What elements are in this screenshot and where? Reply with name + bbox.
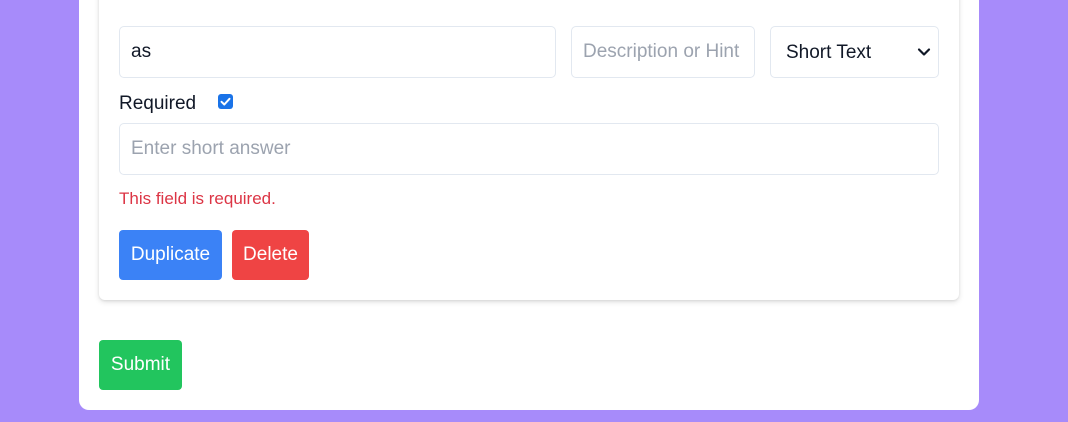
duplicate-button[interactable]: Duplicate: [119, 230, 222, 280]
description-hint-input[interactable]: [571, 26, 755, 78]
submit-button[interactable]: Submit: [99, 340, 182, 390]
required-error-message: This field is required.: [119, 189, 276, 208]
question-type-select[interactable]: Short Text: [770, 26, 939, 78]
form-card: Short Text Required This field is requir…: [79, 0, 979, 410]
delete-button[interactable]: Delete: [232, 230, 309, 280]
question-title-input[interactable]: [119, 26, 556, 78]
question-card: Short Text Required This field is requir…: [99, 0, 959, 300]
required-checkbox[interactable]: [218, 94, 233, 109]
checkmark-icon: [220, 97, 231, 106]
short-answer-input[interactable]: [119, 123, 939, 175]
required-label: Required: [119, 93, 197, 114]
